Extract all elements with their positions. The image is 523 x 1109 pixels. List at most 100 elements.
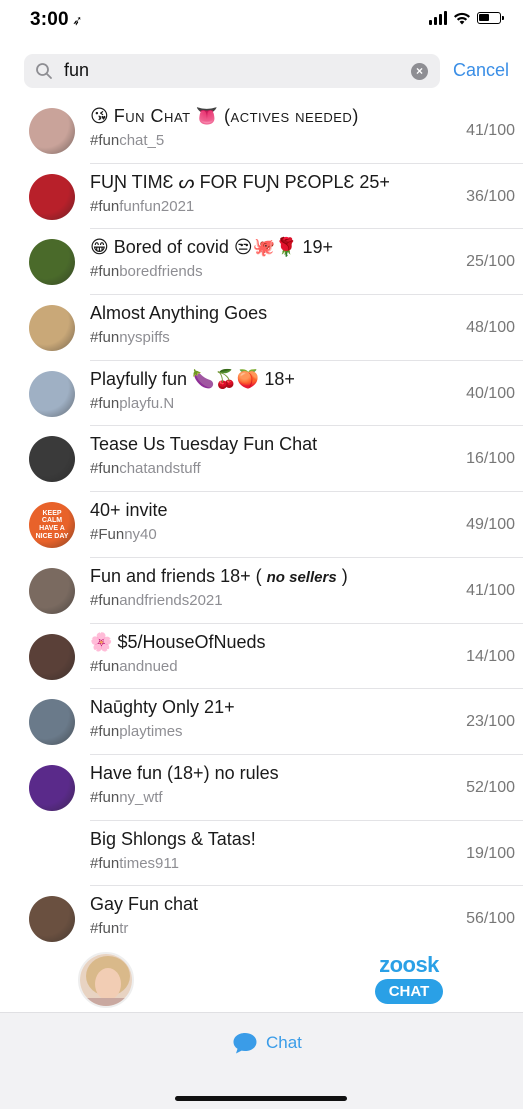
tag-rest: ny40 (124, 526, 157, 544)
tag-match: #fun (90, 723, 120, 741)
chat-avatar (29, 108, 75, 154)
tag-match: #fun (90, 788, 120, 806)
search-query-text[interactable]: fun (64, 60, 89, 81)
avatar-text: KEEP CALM HAVE A NICE DAY (35, 509, 69, 540)
chat-row[interactable]: Almost Anything Goes #funnyspiffs 48/100 (0, 295, 523, 361)
chat-tag: #Funny40 (90, 526, 157, 543)
chat-avatar (29, 173, 75, 220)
chat-avatar (29, 305, 75, 352)
chat-avatar (29, 370, 75, 417)
title-text: Gay Fun chat (90, 894, 199, 915)
title-text: 40+ invite (90, 500, 168, 521)
member-count: 41/100 (466, 581, 515, 599)
promo-avatar[interactable] (78, 952, 134, 1008)
battery-icon (477, 12, 504, 24)
tag-match: #fun (90, 854, 120, 872)
chat-row[interactable]: Naūghty Only 21+ #funplaytimes 23/100 (0, 689, 523, 755)
chat-row[interactable]: Fun and friends 18+ ( no sellers ) #funan… (0, 558, 523, 624)
tag-match: #fun (90, 460, 120, 478)
tag-rest: andfriends2021 (119, 591, 223, 609)
chat-list: 😘 Fun Chat 👅 (actives needed) #funchat_5 4… (0, 98, 523, 952)
chat-row[interactable]: Gay Fun chat #funtr 56/100 (0, 886, 523, 952)
tag-match: #fun (90, 394, 120, 412)
chat-row[interactable]: Have fun (18+) no rules #funny_wtf 52/100 (0, 755, 523, 821)
member-count: 52/100 (466, 778, 515, 796)
chat-avatar: KEEP CALM HAVE A NICE DAY (29, 502, 75, 549)
title-text: Big Shlongs & Tatas! (90, 828, 256, 849)
chat-row[interactable]: 😁 Bored of covid 😒🐙🌹 19+ #funboredfriends… (0, 229, 523, 295)
title-suffix: 😒🐙🌹 19+ (233, 237, 333, 258)
tag-match: #fun (90, 920, 120, 938)
chat-row[interactable]: 🌸 $5/HouseOfNueds #funandnued 14/100 (0, 624, 523, 690)
tag-rest: nyspiffs (119, 329, 170, 347)
member-count: 23/100 (466, 713, 515, 731)
chat-title: 40+ invite (90, 500, 168, 521)
title-italic: no sellers (266, 568, 337, 586)
chat-title: FUƝ TIMƐ ᔕ FOR FUƝ PƐOPLƐ 25+ (90, 172, 390, 193)
member-count: 16/100 (466, 450, 515, 468)
title-text: $5/HouseOfNueds (117, 631, 266, 652)
tag-rest: ny_wtf (119, 788, 163, 806)
chat-tag: #funfunfun2021 (90, 198, 194, 215)
chat-tag: #funnyspiffs (90, 329, 170, 346)
member-count: 49/100 (466, 516, 515, 534)
footer-promo: zoosk CHAT (0, 946, 523, 1012)
tag-rest: times911 (119, 854, 179, 872)
chat-avatar (29, 567, 75, 614)
tag-match: #Fun (90, 526, 125, 544)
tag-match: #fun (90, 197, 120, 215)
tag-match: #fun (90, 329, 120, 347)
chat-tag: #funtr (90, 920, 128, 937)
title-emoji: 🌸 (90, 631, 113, 652)
chat-tag: #funandfriends2021 (90, 592, 223, 609)
clear-search-icon[interactable]: × (411, 63, 428, 80)
status-icons (429, 11, 504, 25)
tag-rest: funfun2021 (119, 197, 195, 215)
member-count: 56/100 (466, 910, 515, 928)
zoosk-logo: zoosk (379, 952, 439, 977)
chat-row[interactable]: 😘 Fun Chat 👅 (actives needed) #funchat_5 4… (0, 98, 523, 164)
tab-bar: Chat (0, 1012, 523, 1109)
zoosk-chat-button[interactable]: zoosk CHAT (372, 952, 446, 1008)
title-emoji: 😁 (90, 237, 109, 258)
chat-row[interactable]: FUƝ TIMƐ ᔕ FOR FUƝ PƐOPLƐ 25+ #funfunfun2… (0, 164, 523, 230)
chat-row[interactable]: KEEP CALM HAVE A NICE DAY 40+ invite #Funn… (0, 492, 523, 558)
title-suffix: 👅 (actives needed) (195, 106, 359, 126)
chat-title: 🌸 $5/HouseOfNueds (90, 632, 266, 653)
search-row: fun × Cancel (0, 54, 523, 90)
tag-rest: boredfriends (119, 263, 203, 281)
member-count: 36/100 (466, 187, 515, 205)
member-count: 25/100 (466, 253, 515, 271)
chat-avatar (29, 436, 75, 483)
title-text: Fun and friends 18+ ( (90, 565, 262, 586)
status-bar: 3:00 ➶ (0, 0, 523, 40)
chat-avatar (29, 896, 75, 943)
chat-row[interactable]: Playfully fun 🍆🍒🍑 18+ #funplayfu.N 40/100 (0, 361, 523, 427)
chat-avatar (29, 830, 75, 877)
chat-tag: #funandnued (90, 658, 178, 675)
cancel-button[interactable]: Cancel (453, 60, 509, 81)
search-input[interactable]: fun × (24, 54, 440, 88)
chat-title: Almost Anything Goes (90, 303, 267, 324)
search-icon (36, 63, 52, 79)
chat-title: Tease Us Tuesday Fun Chat (90, 434, 317, 455)
chat-tag: #funtimes911 (90, 855, 179, 872)
chat-row[interactable]: Tease Us Tuesday Fun Chat #funchatandstuf… (0, 426, 523, 492)
chat-tag: #funchat_5 (90, 132, 164, 149)
title-text: Have fun (18+) no rules (90, 762, 279, 783)
member-count: 40/100 (466, 384, 515, 402)
tag-match: #fun (90, 591, 120, 609)
chat-avatar (29, 699, 75, 746)
title-text: Bored of covid (113, 237, 229, 258)
title-suffix: 🍆🍒🍑 18+ (192, 368, 295, 389)
tag-rest: andnued (119, 657, 178, 675)
home-indicator[interactable] (175, 1096, 347, 1101)
tab-chat[interactable]: Chat (232, 1031, 302, 1055)
zoosk-chat-label: CHAT (374, 979, 444, 1004)
title-text: FUƝ TIMƐ ᔕ FOR FUƝ PƐOPLƐ 25+ (90, 171, 390, 192)
chat-row[interactable]: Big Shlongs & Tatas! #funtimes911 19/100 (0, 821, 523, 887)
title-text: Playfully fun (90, 368, 188, 389)
chat-title: Playfully fun 🍆🍒🍑 18+ (90, 369, 295, 390)
chat-title: Naūghty Only 21+ (90, 697, 235, 718)
chat-title: Have fun (18+) no rules (90, 763, 279, 784)
